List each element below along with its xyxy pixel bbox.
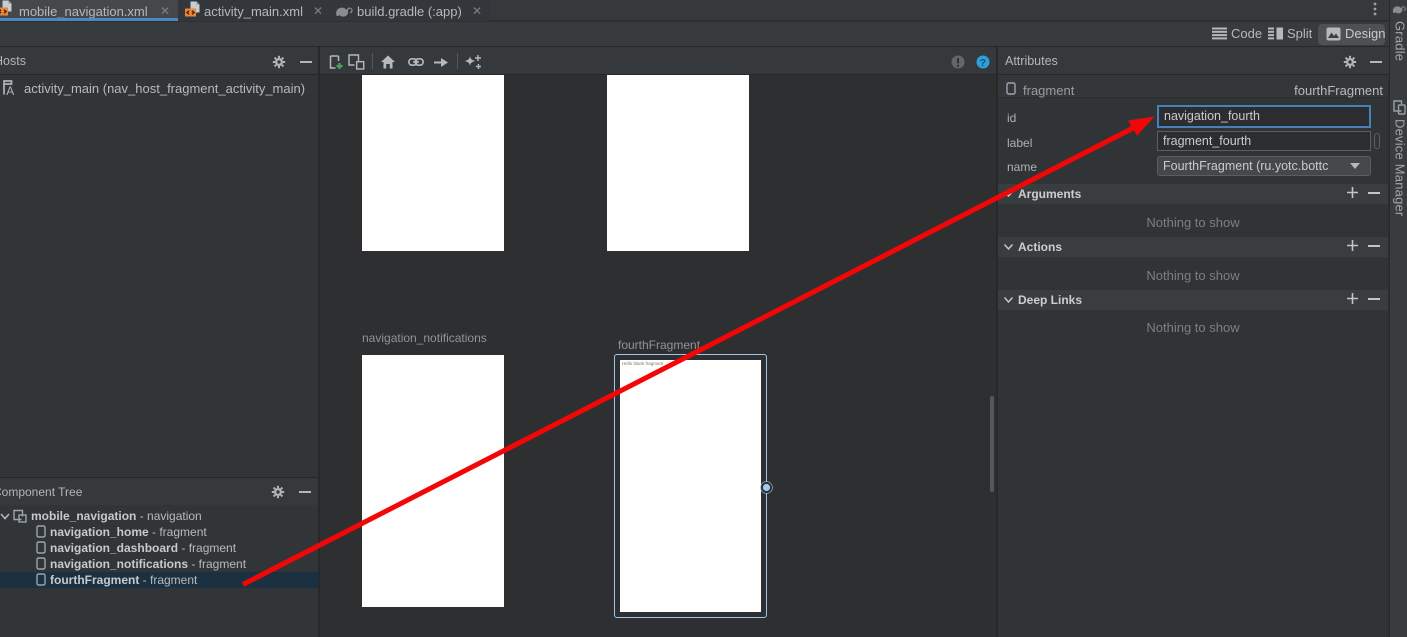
svg-text:A: A bbox=[6, 84, 14, 96]
svg-text:?: ? bbox=[980, 57, 986, 69]
